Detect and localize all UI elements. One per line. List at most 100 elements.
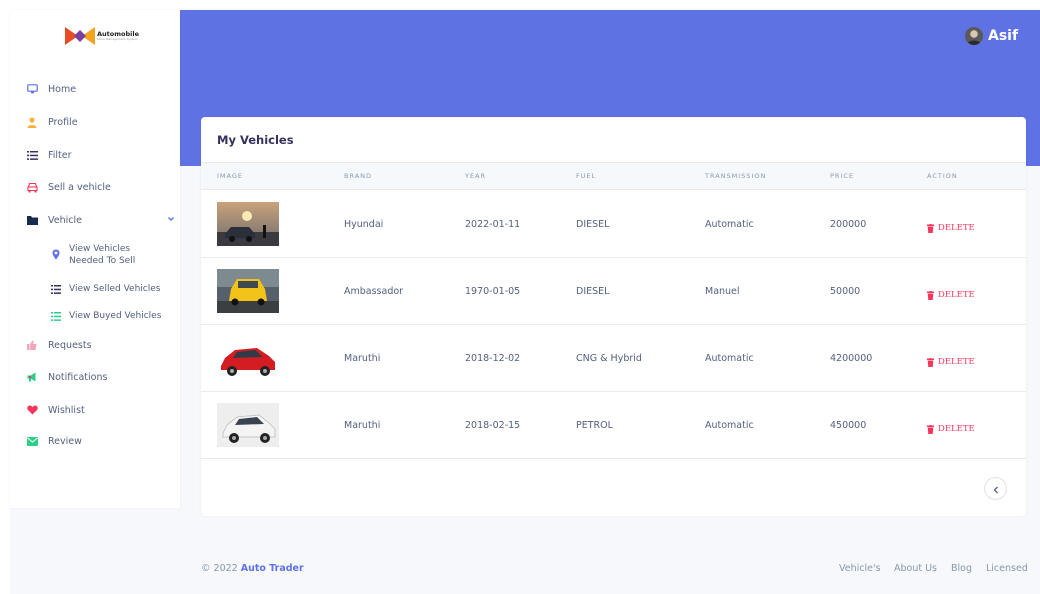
cell-brand: Hyundai bbox=[344, 219, 384, 230]
cell-fuel: DIESEL bbox=[576, 219, 610, 230]
footer-link-vehicles[interactable]: Vehicle's bbox=[839, 563, 881, 574]
sidebar-subitem-label: View Selled Vehicles bbox=[69, 284, 161, 294]
car-icon bbox=[26, 181, 38, 193]
cell-year: 2018-12-02 bbox=[465, 353, 521, 364]
cell-price: 50000 bbox=[830, 286, 861, 297]
logo-mark-icon bbox=[65, 26, 95, 46]
trash-icon bbox=[927, 419, 934, 438]
cell-year: 2018-02-15 bbox=[465, 420, 521, 431]
pagination-previous-button[interactable] bbox=[984, 477, 1007, 500]
list-icon bbox=[50, 283, 61, 295]
user-icon bbox=[26, 116, 38, 128]
trash-icon bbox=[927, 285, 934, 304]
sidebar-subitem-view-buyed-vehicles[interactable]: View Buyed Vehicles bbox=[50, 310, 161, 322]
cell-brand: Maruthi bbox=[344, 353, 381, 364]
app-root: Automobile Store Management System Home … bbox=[0, 0, 1040, 594]
delete-label: DELETE bbox=[938, 356, 975, 367]
sidebar-subitem-view-selled-vehicles[interactable]: View Selled Vehicles bbox=[50, 283, 160, 295]
column-header-price: PRICE bbox=[830, 172, 854, 180]
sidebar-item-filter[interactable]: Filter bbox=[26, 146, 72, 164]
delete-button[interactable]: DELETE bbox=[927, 419, 975, 438]
sidebar-item-review[interactable]: Review bbox=[26, 432, 82, 450]
list-icon bbox=[26, 149, 38, 161]
sidebar-subitem-view-vehicles-to-sell[interactable]: View Vehicles Needed To Sell bbox=[50, 243, 135, 267]
column-header-transmission: TRANSMISSION bbox=[705, 172, 767, 180]
chevron-left-icon bbox=[993, 479, 999, 498]
cell-year: 1970-01-05 bbox=[465, 286, 521, 297]
sidebar-subitem-label-line1: View Vehicles bbox=[69, 244, 131, 254]
sidebar-subitem-label-line2: Needed To Sell bbox=[69, 256, 136, 266]
sidebar-item-label: Profile bbox=[48, 116, 78, 128]
vehicle-image bbox=[217, 269, 279, 313]
column-header-image: IMAGE bbox=[217, 172, 244, 180]
sidebar-item-vehicle[interactable]: Vehicle bbox=[26, 211, 176, 229]
table-row: Ambassador 1970-01-05 DIESEL Manuel 5000… bbox=[201, 258, 1026, 325]
cell-price: 450000 bbox=[830, 420, 867, 431]
table-row: Hyundai 2022-01-11 DIESEL Automatic 2000… bbox=[201, 191, 1026, 258]
thumbs-up-icon bbox=[26, 339, 38, 351]
copyright-text: © 2022 bbox=[201, 563, 238, 574]
sidebar-subitem-label: View Buyed Vehicles bbox=[69, 311, 162, 321]
list-icon bbox=[50, 310, 61, 322]
logo-subtitle: Store Management System bbox=[97, 37, 138, 42]
column-header-year: YEAR bbox=[465, 172, 487, 180]
footer-link-about-us[interactable]: About Us bbox=[894, 563, 937, 574]
card-title: My Vehicles bbox=[217, 133, 294, 147]
heart-icon bbox=[26, 404, 38, 416]
footer-brand-link[interactable]: Auto Trader bbox=[241, 563, 304, 574]
cell-year: 2022-01-11 bbox=[465, 219, 521, 230]
table-header: IMAGE BRAND YEAR FUEL TRANSMISSION PRICE… bbox=[201, 162, 1026, 190]
delete-button[interactable]: DELETE bbox=[927, 285, 975, 304]
footer-copyright: © 2022 Auto Trader bbox=[201, 563, 304, 574]
cell-fuel: DIESEL bbox=[576, 286, 610, 297]
vehicle-image bbox=[217, 202, 279, 246]
folder-icon bbox=[26, 214, 38, 226]
app-logo[interactable]: Automobile Store Management System bbox=[65, 26, 139, 46]
sidebar: Automobile Store Management System Home … bbox=[10, 10, 180, 508]
vehicle-image bbox=[217, 403, 279, 447]
sidebar-item-profile[interactable]: Profile bbox=[26, 113, 78, 131]
delete-label: DELETE bbox=[938, 289, 975, 300]
sidebar-item-home[interactable]: Home bbox=[26, 80, 76, 98]
delete-label: DELETE bbox=[938, 423, 975, 434]
sidebar-item-label: Sell a vehicle bbox=[48, 181, 111, 193]
envelope-icon bbox=[26, 435, 38, 447]
vehicle-image bbox=[217, 336, 279, 380]
footer-link-licensed[interactable]: Licensed bbox=[986, 563, 1028, 574]
sidebar-item-label: Requests bbox=[48, 339, 92, 351]
sidebar-item-label: Home bbox=[48, 83, 77, 95]
sidebar-item-label: Notifications bbox=[48, 371, 108, 383]
delete-button[interactable]: DELETE bbox=[927, 352, 975, 371]
cell-price: 4200000 bbox=[830, 353, 873, 364]
trash-icon bbox=[927, 352, 934, 371]
cell-fuel: CNG & Hybrid bbox=[576, 353, 642, 364]
column-header-fuel: FUEL bbox=[576, 172, 597, 180]
cell-transmission: Manuel bbox=[705, 286, 740, 297]
cell-brand: Maruthi bbox=[344, 420, 381, 431]
sidebar-item-label: Vehicle bbox=[48, 214, 82, 226]
user-name: Asif bbox=[988, 28, 1019, 44]
sidebar-item-label: Review bbox=[48, 435, 82, 447]
table-row: Maruthi 2018-02-15 PETROL Automatic 4500… bbox=[201, 392, 1026, 459]
cell-brand: Ambassador bbox=[344, 286, 404, 297]
avatar bbox=[965, 27, 983, 45]
my-vehicles-card: My Vehicles IMAGE BRAND YEAR FUEL TRANSM… bbox=[201, 117, 1026, 516]
delete-label: DELETE bbox=[938, 222, 975, 233]
megaphone-icon bbox=[26, 371, 38, 383]
footer-link-blog[interactable]: Blog bbox=[951, 563, 972, 574]
delete-button[interactable]: DELETE bbox=[927, 218, 975, 237]
cell-transmission: Automatic bbox=[705, 353, 754, 364]
table-row: Maruthi 2018-12-02 CNG & Hybrid Automati… bbox=[201, 325, 1026, 392]
trash-icon bbox=[927, 218, 934, 237]
sidebar-item-sell-a-vehicle[interactable]: Sell a vehicle bbox=[26, 178, 111, 196]
cell-transmission: Automatic bbox=[705, 420, 754, 431]
chevron-down-icon[interactable] bbox=[166, 214, 176, 224]
column-header-brand: BRAND bbox=[344, 172, 373, 180]
monitor-icon bbox=[26, 83, 38, 95]
sidebar-item-label: Wishlist bbox=[48, 404, 85, 416]
sidebar-item-wishlist[interactable]: Wishlist bbox=[26, 401, 85, 419]
user-menu[interactable]: Asif bbox=[965, 27, 1018, 45]
cell-fuel: PETROL bbox=[576, 420, 613, 431]
sidebar-item-notifications[interactable]: Notifications bbox=[26, 368, 107, 386]
sidebar-item-requests[interactable]: Requests bbox=[26, 336, 92, 354]
